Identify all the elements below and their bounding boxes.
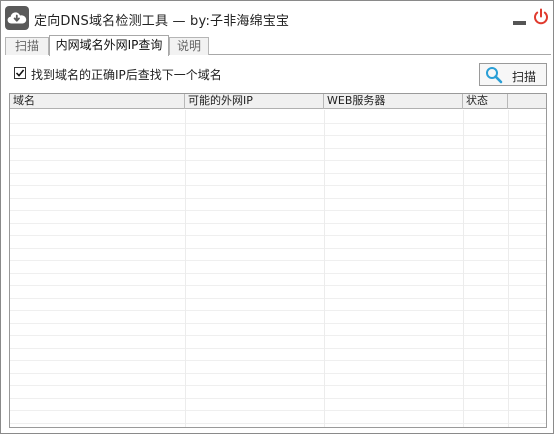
- power-icon: [534, 8, 548, 25]
- scan-button[interactable]: 扫描: [479, 63, 547, 86]
- grid-row-line: [10, 148, 546, 149]
- column-header-domain[interactable]: 域名: [10, 94, 185, 109]
- column-header-external-ip[interactable]: 可能的外网IP: [185, 94, 324, 109]
- window-title: 定向DNS域名检测工具 — by:子非海绵宝宝: [34, 14, 290, 29]
- grid-column-line: [185, 110, 186, 427]
- grid-row-line: [10, 185, 546, 186]
- tab-help[interactable]: 说明: [169, 37, 209, 55]
- column-header-blank: [508, 94, 546, 109]
- grid-row-line: [10, 210, 546, 211]
- tab-intranet-domain-query[interactable]: 内网域名外网IP查询: [49, 35, 169, 56]
- column-header-web-server[interactable]: WEB服务器: [324, 94, 463, 109]
- grid-row-line: [10, 135, 546, 136]
- title-bar[interactable]: 定向DNS域名检测工具 — by:子非海绵宝宝: [1, 1, 553, 35]
- grid-row-line: [10, 335, 546, 336]
- grid-row-line: [10, 123, 546, 124]
- grid-row-line: [10, 260, 546, 261]
- table-header: 域名 可能的外网IP WEB服务器 状态: [10, 94, 546, 109]
- grid-row-line: [10, 323, 546, 324]
- grid-column-line: [463, 110, 464, 427]
- grid-row-line: [10, 310, 546, 311]
- grid-row-line: [10, 173, 546, 174]
- grid-row-line: [10, 235, 546, 236]
- grid-row-line: [10, 273, 546, 274]
- table-body[interactable]: [10, 110, 546, 427]
- minimize-button[interactable]: [513, 12, 527, 26]
- grid-row-line: [10, 373, 546, 374]
- tab-strip: 扫描 内网域名外网IP查询 说明: [5, 35, 551, 56]
- cloud-icon: [5, 6, 29, 30]
- grid-column-line: [324, 110, 325, 427]
- grid-row-line: [10, 298, 546, 299]
- grid-column-line: [508, 110, 509, 427]
- grid-row-line: [10, 360, 546, 361]
- results-table[interactable]: 域名 可能的外网IP WEB服务器 状态: [9, 93, 547, 428]
- scan-button-label: 扫描: [512, 70, 537, 84]
- grid-row-line: [10, 248, 546, 249]
- checkmark-icon: [15, 69, 25, 77]
- close-button[interactable]: [533, 8, 549, 26]
- grid-row-line: [10, 398, 546, 399]
- main-window: 定向DNS域名检测工具 — by:子非海绵宝宝 扫描 内网域名外网IP查询 说明…: [0, 0, 554, 434]
- minimize-icon: [513, 21, 526, 25]
- search-icon: [486, 67, 503, 84]
- grid-row-line: [10, 410, 546, 411]
- stop-on-found-label: 找到域名的正确IP后查找下一个域名: [31, 68, 222, 82]
- column-header-status[interactable]: 状态: [463, 94, 508, 109]
- grid-row-line: [10, 223, 546, 224]
- grid-row-line: [10, 198, 546, 199]
- grid-row-line: [10, 348, 546, 349]
- grid-row-line: [10, 423, 546, 424]
- tab-scan[interactable]: 扫描: [5, 37, 49, 55]
- grid-row-line: [10, 160, 546, 161]
- grid-row-line: [10, 285, 546, 286]
- grid-row-line: [10, 385, 546, 386]
- stop-on-found-checkbox[interactable]: [14, 67, 26, 79]
